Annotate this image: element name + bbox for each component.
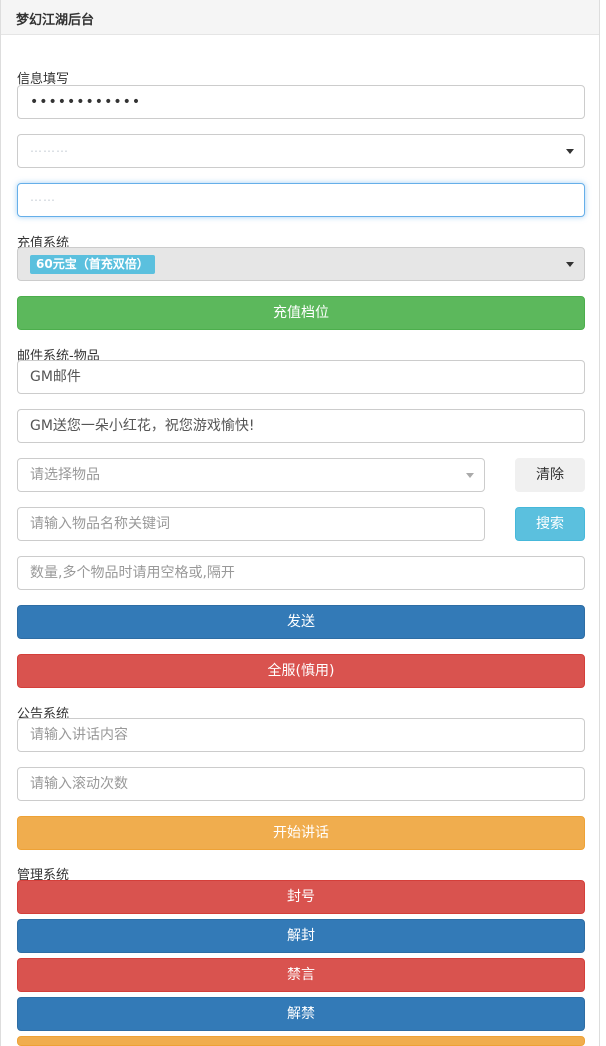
notice-content-input[interactable]: 请输入讲话内容 (17, 718, 585, 752)
mute-button[interactable]: 禁言 (17, 958, 585, 992)
chevron-down-icon (566, 149, 574, 154)
chevron-down-icon (566, 262, 574, 267)
start-notice-button[interactable]: 开始讲话 (17, 816, 585, 850)
recharge-select[interactable]: 60元宝（首充双倍） (17, 247, 585, 281)
ban-button[interactable]: 封号 (17, 880, 585, 914)
chevron-down-icon (466, 473, 474, 478)
role-input-value: ⋯⋯ (30, 193, 56, 207)
item-select[interactable]: 请选择物品 (17, 458, 485, 492)
notice-times-input[interactable]: 请输入滚动次数 (17, 767, 585, 801)
panel-header: 梦幻江湖后台 (1, 0, 599, 35)
mail-content-input[interactable]: GM送您一朵小红花，祝您游戏愉快! (17, 409, 585, 443)
unmute-button[interactable]: 解禁 (17, 997, 585, 1031)
all-server-button[interactable]: 全服(慎用) (17, 654, 585, 688)
recharge-selected-option: 60元宝（首充双倍） (30, 255, 155, 274)
quantity-input[interactable]: 数量,多个物品时请用空格或,隔开 (17, 556, 585, 590)
item-select-placeholder: 请选择物品 (30, 467, 100, 483)
send-button[interactable]: 发送 (17, 605, 585, 639)
unban-button[interactable]: 解封 (17, 919, 585, 953)
server-select-value: ⋯⋯⋯ (30, 144, 69, 158)
clear-button[interactable]: 清除 (515, 458, 585, 492)
admin-panel: 梦幻江湖后台 信息填写 •••••••••••• ⋯⋯⋯ ⋯⋯ 充值系统 60元… (0, 0, 600, 1046)
recharge-button[interactable]: 充值档位 (17, 296, 585, 330)
password-field[interactable]: •••••••••••• (17, 85, 585, 119)
mail-title-input[interactable]: GM邮件 (17, 360, 585, 394)
page-title: 梦幻江湖后台 (16, 13, 95, 28)
server-select[interactable]: ⋯⋯⋯ (17, 134, 585, 168)
item-keyword-input[interactable]: 请输入物品名称关键词 (17, 507, 485, 541)
next-action-button[interactable] (17, 1036, 585, 1046)
role-input[interactable]: ⋯⋯ (17, 183, 585, 217)
search-button[interactable]: 搜索 (515, 507, 585, 541)
